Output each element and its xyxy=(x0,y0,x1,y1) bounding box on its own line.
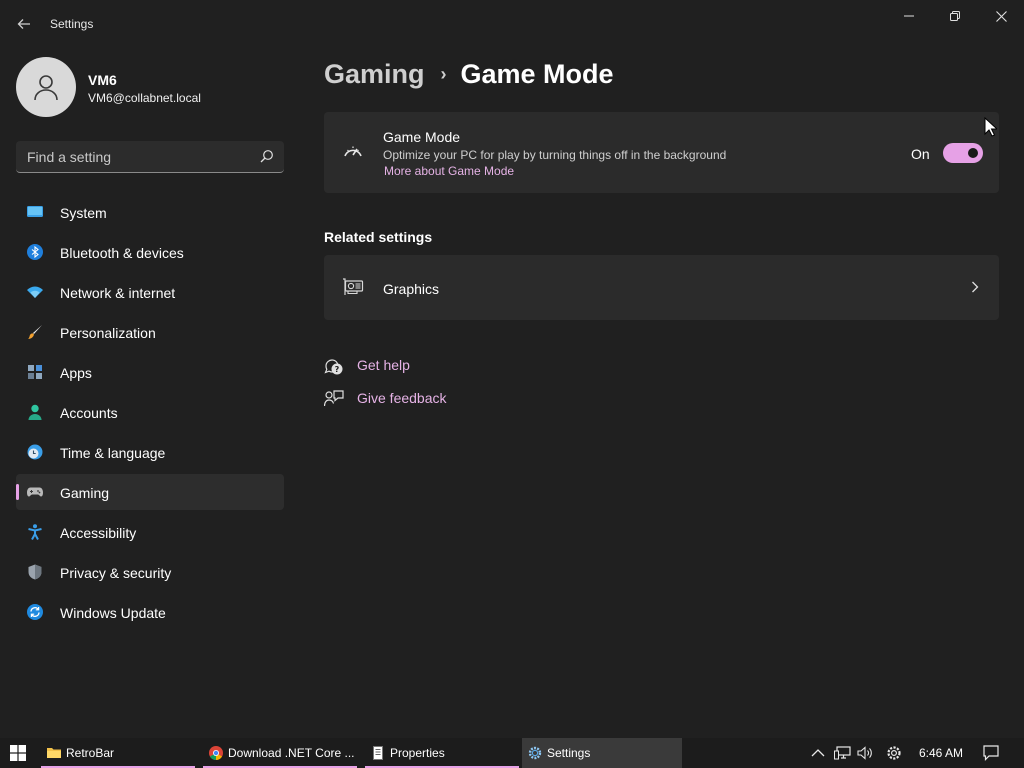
gear-icon xyxy=(528,746,542,760)
game-mode-description: Optimize your PC for play by turning thi… xyxy=(383,148,727,162)
volume-icon[interactable] xyxy=(857,746,874,760)
sidebar-item-label: Privacy & security xyxy=(60,565,172,581)
sidebar-item-label: Gaming xyxy=(60,485,110,501)
taskbar-app-label: Properties xyxy=(390,746,445,760)
document-icon xyxy=(373,746,383,760)
related-settings-heading: Related settings xyxy=(324,229,433,245)
sidebar-item-gaming[interactable]: Gaming xyxy=(16,474,284,510)
toggle-knob xyxy=(968,148,978,158)
get-help-link[interactable]: Get help xyxy=(357,357,410,373)
sidebar-item-apps[interactable]: Apps xyxy=(16,354,284,390)
give-feedback-link[interactable]: Give feedback xyxy=(357,390,447,406)
sidebar-item-accounts[interactable]: Accounts xyxy=(16,394,284,430)
person-icon xyxy=(28,404,42,420)
taskbar-app-label: RetroBar xyxy=(66,746,115,760)
restore-button[interactable] xyxy=(932,0,978,32)
sidebar-item-personalization[interactable]: Personalization xyxy=(16,314,284,350)
folder-icon xyxy=(47,748,61,758)
accessibility-icon xyxy=(28,524,42,540)
minimize-button[interactable] xyxy=(886,0,932,32)
shield-icon xyxy=(28,564,42,580)
clock-globe-icon xyxy=(27,444,43,460)
bluetooth-icon xyxy=(27,244,43,260)
user-email: VM6@collabnet.local xyxy=(88,91,201,105)
game-mode-toggle[interactable] xyxy=(943,143,983,163)
taskbar-app-properties[interactable]: Properties xyxy=(365,738,519,768)
title-bar: Settings xyxy=(0,0,1024,48)
sidebar-item-accessibility[interactable]: Accessibility xyxy=(16,514,284,550)
selection-indicator xyxy=(16,484,19,500)
graphics-card-icon xyxy=(343,278,364,295)
chevron-up-icon[interactable] xyxy=(811,748,825,758)
give-feedback-row[interactable]: Give feedback xyxy=(324,390,447,408)
chrome-icon xyxy=(209,746,223,760)
get-help-row[interactable]: ? Get help xyxy=(324,357,410,375)
sidebar-item-label: Accessibility xyxy=(60,525,137,541)
sidebar-item-label: Personalization xyxy=(60,325,156,341)
update-icon xyxy=(27,604,43,620)
sidebar-item-windows-update[interactable]: Windows Update xyxy=(16,594,284,630)
user-icon xyxy=(34,75,58,101)
svg-text:?: ? xyxy=(335,365,340,374)
restore-icon xyxy=(950,11,960,21)
sidebar-item-label: Accounts xyxy=(60,405,118,421)
graphics-label: Graphics xyxy=(383,281,440,297)
search-icon[interactable] xyxy=(260,149,274,163)
sidebar-item-label: Apps xyxy=(60,365,92,381)
breadcrumb-parent[interactable]: Gaming xyxy=(324,59,425,90)
settings-gear-icon[interactable] xyxy=(886,745,902,761)
taskbar-app-label: Download .NET Core ... xyxy=(228,746,355,760)
search-input[interactable] xyxy=(16,141,246,172)
back-arrow-icon xyxy=(17,19,30,29)
close-button[interactable] xyxy=(978,0,1024,32)
notification-icon[interactable] xyxy=(983,745,999,761)
taskbar-app-label: Settings xyxy=(547,746,591,760)
sidebar-item-privacy-security[interactable]: Privacy & security xyxy=(16,554,284,590)
more-about-game-mode-link[interactable]: More about Game Mode xyxy=(384,164,514,178)
back-button[interactable] xyxy=(12,12,36,36)
sidebar-item-time-language[interactable]: Time & language xyxy=(16,434,284,470)
taskbar-app-retrobar[interactable]: RetroBar xyxy=(41,738,195,768)
sidebar-item-bluetooth[interactable]: Bluetooth & devices xyxy=(16,234,284,270)
taskbar: RetroBar Download .NET Core ... Properti… xyxy=(0,738,1024,768)
game-mode-card: Game Mode Optimize your PC for play by t… xyxy=(324,112,999,193)
graphics-settings-link[interactable]: Graphics xyxy=(324,255,999,320)
mouse-cursor-icon xyxy=(984,117,997,137)
paintbrush-icon xyxy=(28,325,42,339)
sidebar-item-label: Time & language xyxy=(60,445,166,461)
taskbar-clock[interactable]: 6:46 AM xyxy=(919,746,963,760)
toggle-state-label: On xyxy=(911,146,930,162)
window-title: Settings xyxy=(50,17,94,31)
feedback-icon xyxy=(324,390,344,407)
search-box[interactable] xyxy=(16,141,284,173)
wifi-icon xyxy=(27,286,43,298)
sidebar-nav: System Bluetooth & devices Network & int… xyxy=(16,194,284,634)
sidebar-item-label: System xyxy=(60,205,107,221)
taskbar-app-chrome[interactable]: Download .NET Core ... xyxy=(203,738,357,768)
gauge-icon xyxy=(344,146,362,157)
sidebar-item-network[interactable]: Network & internet xyxy=(16,274,284,310)
game-mode-title: Game Mode xyxy=(383,129,461,145)
help-icon: ? xyxy=(324,359,343,375)
sidebar-item-label: Network & internet xyxy=(60,285,176,301)
breadcrumb: Gaming › Game Mode xyxy=(324,59,614,90)
chevron-right-icon: › xyxy=(440,64,447,84)
close-icon xyxy=(995,10,1007,22)
chevron-right-icon xyxy=(972,281,979,293)
gamepad-icon xyxy=(27,487,43,497)
page-title: Game Mode xyxy=(460,59,614,89)
sidebar-item-label: Bluetooth & devices xyxy=(60,245,184,261)
network-icon[interactable] xyxy=(834,746,851,760)
sidebar-item-label: Windows Update xyxy=(60,605,166,621)
minimize-icon xyxy=(904,15,914,17)
taskbar-app-settings[interactable]: Settings xyxy=(522,738,682,768)
sidebar-item-system[interactable]: System xyxy=(16,194,284,230)
windows-start-icon[interactable] xyxy=(10,745,26,761)
avatar xyxy=(16,57,76,117)
system-display-icon xyxy=(27,206,43,217)
user-name: VM6 xyxy=(88,72,117,88)
apps-icon xyxy=(28,365,42,379)
